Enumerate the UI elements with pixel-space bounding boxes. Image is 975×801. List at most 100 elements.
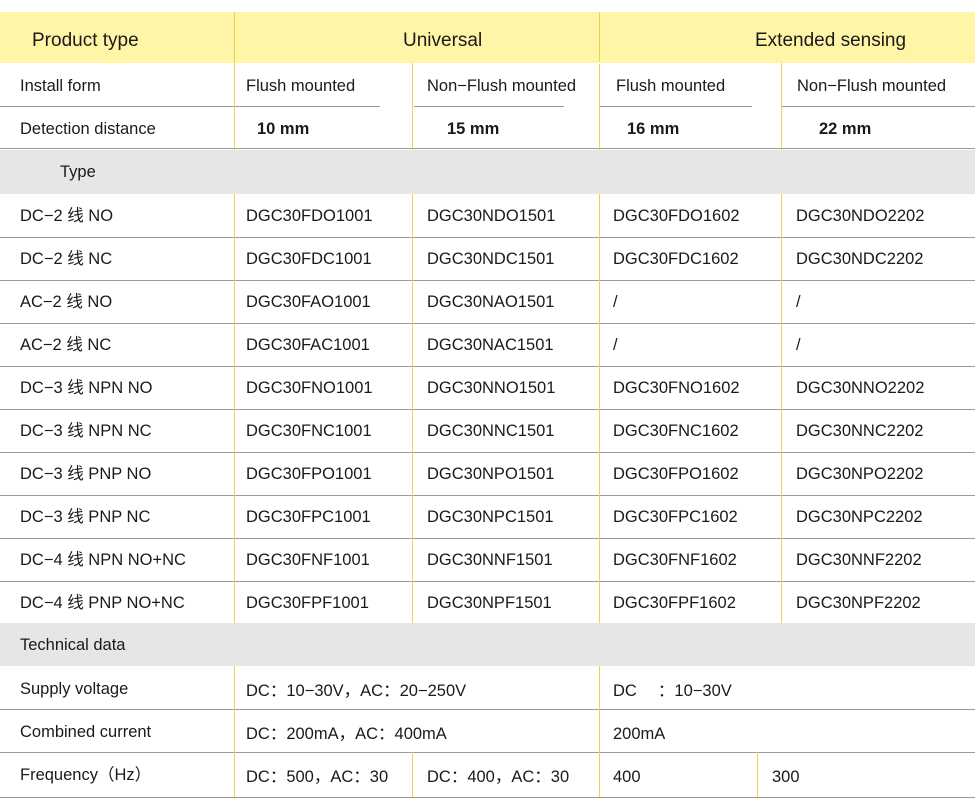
column-divider: [412, 194, 413, 623]
install-form-value: Flush mounted: [616, 77, 726, 95]
model-number: DGC30NAC1501: [427, 336, 554, 354]
model-number: DGC30FPF1602: [613, 594, 736, 612]
combined-current-label: Combined current: [20, 723, 152, 741]
model-number: DGC30FPC1602: [613, 508, 738, 526]
model-number: DGC30NNC2202: [796, 422, 924, 440]
model-number: DGC30NPC2202: [796, 508, 923, 526]
model-number: DGC30NNC1501: [427, 422, 555, 440]
model-number: DGC30FNC1001: [246, 422, 372, 440]
rule: [0, 148, 975, 149]
type-label: DC−3 线 NPN NO: [20, 379, 153, 397]
rule: [0, 752, 975, 753]
model-number: /: [796, 336, 801, 354]
universal-header: Universal: [403, 30, 483, 51]
column-divider: [234, 12, 235, 150]
column-divider: [781, 63, 782, 150]
install-form-value: Non−Flush mounted: [797, 77, 947, 95]
frequency-value: DC：400，AC：30: [427, 768, 570, 786]
combined-current-universal: DC：200mA，AC：400mA: [246, 725, 447, 743]
column-divider: [781, 194, 782, 623]
column-divider: [234, 666, 235, 797]
column-divider: [598, 62, 600, 64]
model-number: DGC30FPO1602: [613, 465, 739, 483]
rule: [0, 581, 975, 582]
rule: [0, 709, 975, 710]
rule: [0, 409, 975, 410]
type-label: AC−2 线 NC: [20, 336, 112, 354]
frequency-label: Frequency（Hz）: [20, 766, 152, 784]
frequency-value: DC：500，AC：30: [246, 768, 389, 786]
model-number: DGC30NDO2202: [796, 207, 925, 225]
detection-distance-value: 22 mm: [819, 120, 872, 138]
model-number: DGC30FPO1001: [246, 465, 372, 483]
product-type-header: Product type: [32, 30, 139, 51]
frequency-value: 300: [772, 768, 800, 786]
detection-distance-value: 15 mm: [447, 120, 500, 138]
model-number: DGC30FNF1001: [246, 551, 370, 569]
model-number: DGC30NDC1501: [427, 250, 555, 268]
type-label: DC−4 线 NPN NO+NC: [20, 551, 186, 569]
rule: [0, 495, 975, 496]
rule: [0, 237, 975, 238]
model-number: DGC30FAC1001: [246, 336, 370, 354]
column-divider: [599, 666, 600, 797]
supply-voltage-extended: DC ：10−30V: [613, 682, 732, 700]
rule: [0, 797, 975, 798]
column-divider: [412, 63, 413, 150]
rule: [0, 323, 975, 324]
install-form-label: Install form: [20, 77, 101, 95]
model-number: DGC30FDC1001: [246, 250, 372, 268]
model-number: DGC30FDO1602: [613, 207, 740, 225]
model-number: /: [796, 293, 801, 311]
column-divider: [234, 194, 235, 623]
model-number: DGC30FPC1001: [246, 508, 371, 526]
type-label: AC−2 线 NO: [20, 293, 113, 311]
extended-sensing-header: Extended sensing: [755, 30, 907, 51]
install-form-value: Flush mounted: [246, 77, 356, 95]
model-number: DGC30NPF2202: [796, 594, 921, 612]
model-number: DGC30FDC1602: [613, 250, 739, 268]
model-number: DGC30FNO1001: [246, 379, 373, 397]
detection-distance-label: Detection distance: [20, 120, 156, 138]
technical-section-band: [0, 623, 975, 666]
model-number: DGC30FNF1602: [613, 551, 737, 569]
model-number: DGC30NPF1501: [427, 594, 552, 612]
model-number: /: [613, 336, 618, 354]
model-number: DGC30NDO1501: [427, 207, 556, 225]
model-number: DGC30FNO1602: [613, 379, 740, 397]
model-number: DGC30FNC1602: [613, 422, 739, 440]
rule: [0, 538, 975, 539]
supply-voltage-universal: DC：10−30V，AC：20−250V: [246, 682, 467, 700]
model-number: DGC30NNO1501: [427, 379, 556, 397]
column-divider: [599, 12, 600, 150]
model-number: DGC30FAO1001: [246, 293, 371, 311]
model-number: DGC30NNF1501: [427, 551, 553, 569]
type-label: DC−4 线 PNP NO+NC: [20, 594, 185, 612]
model-number: DGC30NPC1501: [427, 508, 554, 526]
rule: [0, 106, 380, 107]
combined-current-extended: 200mA: [613, 725, 666, 743]
type-label: DC−3 线 PNP NO: [20, 465, 152, 483]
type-label: DC−2 线 NC: [20, 250, 113, 268]
rule: [0, 366, 975, 367]
model-number: DGC30FDO1001: [246, 207, 373, 225]
model-number: DGC30NAO1501: [427, 293, 555, 311]
type-section-band: [0, 150, 975, 194]
model-number: DGC30NNO2202: [796, 379, 925, 397]
model-number: DGC30NPO2202: [796, 465, 924, 483]
column-divider: [599, 194, 600, 623]
type-label: DC−3 线 PNP NC: [20, 508, 151, 526]
detection-distance-value: 10 mm: [257, 120, 310, 138]
type-section-label: Type: [60, 163, 96, 181]
column-divider: [412, 752, 413, 797]
rule: [414, 106, 564, 107]
rule: [0, 452, 975, 453]
technical-section-label: Technical data: [20, 636, 126, 654]
model-number: DGC30FPF1001: [246, 594, 369, 612]
type-label: DC−3 线 NPN NC: [20, 422, 152, 440]
model-number: /: [613, 293, 618, 311]
rule: [0, 280, 975, 281]
rule: [600, 106, 752, 107]
frequency-value: 400: [613, 768, 641, 786]
column-divider: [757, 752, 758, 797]
